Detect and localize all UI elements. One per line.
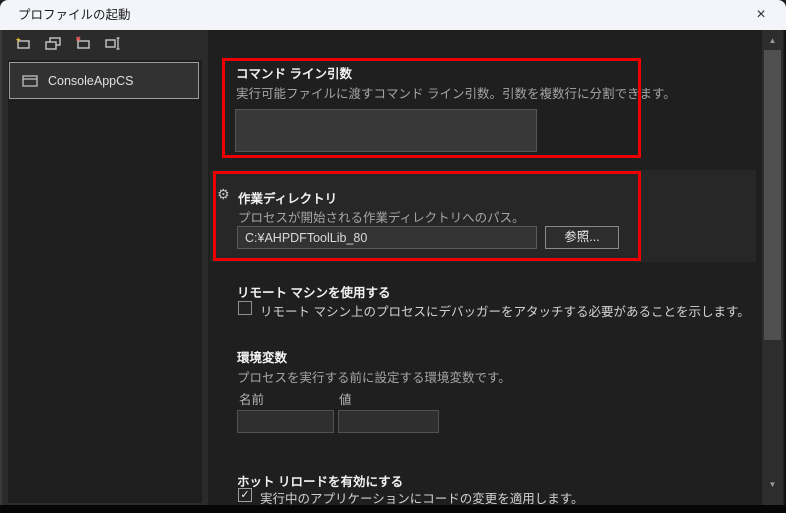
env-value-input[interactable] xyxy=(338,410,439,433)
launch-profiles-dialog: プロファイルの起動 × ConsoleAppCS コマンド ライン引数 実行可能… xyxy=(0,0,786,513)
profiles-toolbar xyxy=(2,34,208,60)
titlebar: プロファイルの起動 xyxy=(0,0,786,30)
remote-machine-checkbox[interactable] xyxy=(238,301,252,315)
env-name-input[interactable] xyxy=(237,410,334,433)
profile-item-consoleappcs[interactable]: ConsoleAppCS xyxy=(9,62,199,99)
remote-machine-checkbox-label: リモート マシン上のプロセスにデバッガーをアタッチする必要があることを示します。 xyxy=(260,305,750,319)
dialog-title: プロファイルの起動 xyxy=(18,8,131,22)
profiles-list: ConsoleAppCS xyxy=(8,60,202,503)
env-value-header: 値 xyxy=(339,393,352,407)
remote-machine-title: リモート マシンを使用する xyxy=(237,286,391,300)
working-dir-input[interactable] xyxy=(237,226,537,249)
env-vars-description: プロセスを実行する前に設定する環境変数です。 xyxy=(237,371,511,385)
close-icon[interactable]: × xyxy=(749,4,773,26)
duplicate-profile-icon[interactable] xyxy=(44,34,62,52)
dialog-bottom-edge xyxy=(0,505,786,513)
command-args-title: コマンド ライン引数 xyxy=(236,67,352,81)
working-dir-title: 作業ディレクトリ xyxy=(238,192,338,206)
scrollbar-thumb[interactable] xyxy=(764,50,781,340)
delete-profile-icon[interactable] xyxy=(74,34,92,52)
env-name-header: 名前 xyxy=(239,393,265,407)
command-args-description: 実行可能ファイルに渡すコマンド ライン引数。引数を複数行に分割できます。 xyxy=(236,87,676,101)
scroll-up-icon[interactable]: ▲ xyxy=(762,33,783,49)
env-vars-title: 環境変数 xyxy=(237,351,288,365)
new-profile-icon[interactable] xyxy=(14,34,32,52)
gear-icon: ⚙ xyxy=(217,186,230,202)
window-icon xyxy=(22,74,38,87)
hot-reload-checkbox[interactable]: ✓ xyxy=(238,488,252,502)
command-args-textarea[interactable] xyxy=(235,109,537,152)
working-dir-description: プロセスが開始される作業ディレクトリへのパス。 xyxy=(238,211,525,225)
scroll-down-icon[interactable]: ▼ xyxy=(762,477,783,493)
profile-item-label: ConsoleAppCS xyxy=(48,73,134,88)
browse-button[interactable]: 参照... xyxy=(545,226,619,249)
rename-profile-icon[interactable] xyxy=(104,34,122,52)
